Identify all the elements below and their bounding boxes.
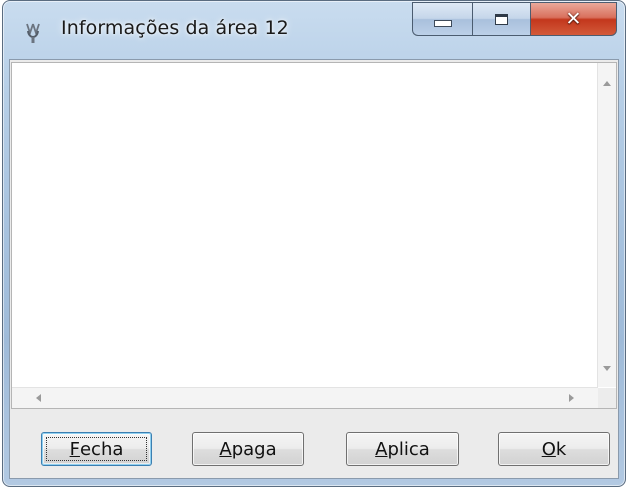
close-icon: ✕ xyxy=(565,7,582,30)
fecha-button[interactable]: Fecha xyxy=(41,432,152,466)
dialog-window: Informações da área 12 ✕ F echa A paga A… xyxy=(2,0,626,487)
title-bar[interactable]: Informações da área 12 ✕ xyxy=(3,1,625,59)
maximize-icon xyxy=(495,13,508,25)
aplica-label: plica xyxy=(387,438,430,460)
ok-label: k xyxy=(555,438,567,460)
close-button[interactable]: ✕ xyxy=(530,2,617,36)
horizontal-scrollbar[interactable] xyxy=(12,387,598,408)
scrollbar-corner xyxy=(598,388,616,408)
client-area: Fecha Apaga Aplica Ok xyxy=(9,59,619,479)
ok-accel: O xyxy=(541,438,556,460)
window-title: Informações da área 12 xyxy=(61,17,289,39)
info-text-area[interactable] xyxy=(11,62,617,409)
scroll-left-icon[interactable] xyxy=(36,394,41,402)
maximize-button[interactable] xyxy=(472,2,530,36)
scroll-right-icon[interactable] xyxy=(569,394,574,402)
app-icon[interactable] xyxy=(21,21,45,45)
aplica-accel: A xyxy=(375,438,388,460)
caption-buttons: ✕ xyxy=(412,2,617,38)
fecha-accel: F xyxy=(69,438,80,460)
scroll-up-icon[interactable] xyxy=(603,81,611,86)
apaga-accel: A xyxy=(219,438,232,460)
apaga-label: paga xyxy=(231,438,277,460)
aplica-button[interactable]: Aplica xyxy=(346,432,459,466)
ok-button[interactable]: Ok xyxy=(498,432,610,466)
vertical-scrollbar[interactable] xyxy=(597,63,616,387)
scroll-down-icon[interactable] xyxy=(603,366,611,371)
minimize-icon xyxy=(433,19,452,27)
apaga-button[interactable]: Apaga xyxy=(192,432,304,466)
minimize-button[interactable] xyxy=(412,2,472,36)
fecha-label: echa xyxy=(79,438,124,460)
